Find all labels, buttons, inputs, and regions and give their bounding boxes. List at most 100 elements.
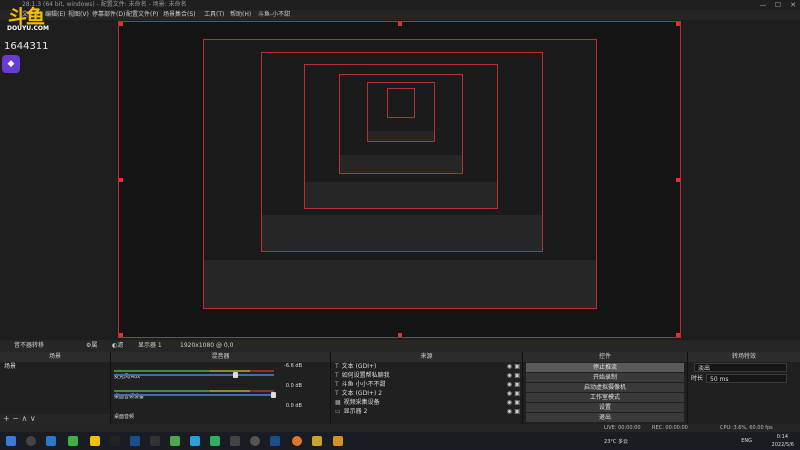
resize-handle[interactable]	[398, 22, 402, 26]
sources-panel: 来源 T 文本 (GDI+) ◉ ▣ T 如何设置帮私聊我 ◉ ▣ T 斗鱼 小小不不甜 ◉ ▣ …	[331, 352, 523, 424]
lock-icon: ▣	[514, 381, 520, 388]
start-recording-button[interactable]: 开始录制	[526, 373, 684, 382]
eye-icon: ◉	[506, 372, 512, 379]
app-icon[interactable]	[230, 436, 240, 446]
transitions-panel: 转场特效 淡出 时长 50 ms	[688, 352, 800, 424]
source-item[interactable]: ▭ 显示器 2 ◉ ▣	[331, 407, 522, 416]
weather-label[interactable]: 23°C 多云	[604, 438, 628, 445]
settings-button[interactable]: 设置	[526, 403, 684, 412]
wechat-icon[interactable]	[170, 436, 180, 446]
eye-icon: ◉	[506, 399, 512, 406]
virtual-camera-button[interactable]: 启动虚拟摄像机	[526, 383, 684, 392]
preview-canvas[interactable]	[118, 21, 681, 338]
app-icon[interactable]	[312, 436, 322, 446]
source-item[interactable]: T 文本 (GDI+) ◉ ▣	[331, 362, 522, 371]
search-icon[interactable]	[26, 436, 36, 446]
menu-view[interactable]: 视图(V)	[68, 10, 89, 20]
nested-preview-6	[387, 88, 415, 118]
lock-icon: ▣	[514, 372, 520, 379]
sources-title: 来源	[331, 352, 522, 362]
display-capture-label: 显示器 1	[138, 342, 162, 349]
scene-item[interactable]: 场景	[0, 362, 110, 371]
obs-icon[interactable]	[250, 436, 260, 446]
source-label: 昔不器转移	[14, 342, 45, 349]
stop-streaming-button[interactable]: 停止推流	[526, 363, 684, 372]
resize-handle[interactable]	[676, 22, 680, 26]
app-icon[interactable]	[110, 436, 120, 446]
volume-slider[interactable]	[114, 374, 274, 376]
menu-profile[interactable]: 配置文件(P)	[126, 10, 158, 20]
source-item[interactable]: T 斗鱼 小小不不甜 ◉ ▣	[331, 380, 522, 389]
minimize-icon[interactable]: —	[756, 0, 770, 10]
badge-icon: ◆	[2, 55, 20, 73]
remove-icon[interactable]: −	[12, 414, 19, 423]
app-icon[interactable]	[292, 436, 302, 446]
source-item[interactable]: T 如何设置帮私聊我 ◉ ▣	[331, 371, 522, 380]
controls-title: 控件	[523, 352, 687, 362]
menu-bar: 文件(F) 编辑(E) 视图(V) 停靠部件(D) 配置文件(P) 场景集合(S…	[0, 10, 800, 20]
volume-knob[interactable]	[271, 392, 276, 398]
mixer-channel: 桌面音频设备 0.0 dB	[114, 383, 302, 400]
source-item[interactable]: T 文本 (GDI+) 2 ◉ ▣	[331, 389, 522, 398]
eye-icon: ◉	[506, 408, 512, 415]
menu-docks[interactable]: 停靠部件(D)	[92, 10, 125, 20]
eye-icon: ◉	[506, 381, 512, 388]
source-item[interactable]: ▦ 视频采集设备 ◉ ▣	[331, 398, 522, 407]
transition-duration[interactable]: 时长 50 ms	[691, 374, 797, 384]
menu-help[interactable]: 帮助(H)	[230, 10, 251, 20]
close-icon[interactable]: ✕	[786, 0, 800, 10]
resize-handle[interactable]	[119, 333, 123, 337]
taskbar: 23°C 多云 ENG 0:14 2022/5/6	[0, 432, 800, 450]
douyu-icon[interactable]	[90, 436, 100, 446]
lock-icon: ▣	[514, 408, 520, 415]
resize-handle[interactable]	[676, 178, 680, 182]
scenes-footer: + − ∧ ∨	[0, 414, 110, 424]
menu-account[interactable]: 斗鱼-小不甜	[258, 10, 290, 20]
volume-knob[interactable]	[233, 372, 238, 378]
eye-icon: ◉	[506, 363, 512, 370]
resize-handle[interactable]	[398, 333, 402, 337]
clock-date[interactable]: 2022/5/6	[772, 442, 794, 448]
rec-status: REC: 00:00:00	[652, 425, 688, 431]
windows-start-icon[interactable]	[6, 436, 16, 446]
volume-meter	[114, 390, 274, 392]
add-icon[interactable]: +	[3, 414, 10, 423]
app-icon[interactable]	[333, 436, 343, 446]
transition-type[interactable]: 淡出	[691, 363, 797, 373]
resize-handle[interactable]	[119, 22, 123, 26]
exit-button[interactable]: 退出	[526, 413, 684, 422]
steam-icon[interactable]	[130, 436, 140, 446]
lock-icon: ▣	[514, 390, 520, 397]
studio-mode-button[interactable]: 工作室模式	[526, 393, 684, 402]
up-icon[interactable]: ∧	[22, 414, 28, 423]
transitions-title: 转场特效	[688, 352, 800, 362]
language-indicator[interactable]: ENG	[741, 438, 752, 444]
maximize-icon[interactable]: ☐	[771, 0, 785, 10]
clock-time[interactable]: 0:14	[777, 434, 788, 440]
eye-icon: ◉	[506, 390, 512, 397]
steam-icon[interactable]	[270, 436, 280, 446]
source-toolbar: 昔不器转移 ⚙ 属性 ◐ 滤镜 显示器 1 1920x1080 @ 0,0	[0, 340, 800, 361]
lock-icon: ▣	[514, 363, 520, 370]
mixer-title: 混音器	[111, 352, 330, 362]
lock-icon: ▣	[514, 399, 520, 406]
scenes-title: 场景	[0, 352, 110, 362]
menu-scene-collection[interactable]: 场景集合(S)	[163, 10, 196, 20]
controls-panel: 控件 停止推流 开始录制 启动虚拟摄像机 工作室模式 设置 退出	[523, 352, 688, 424]
down-icon[interactable]: ∨	[30, 414, 36, 423]
resize-handle[interactable]	[676, 333, 680, 337]
mixer-panel: 混音器 麦克风/Aux -6.6 dB 桌面音频设备 0.0 dB 桌面音频 0…	[111, 352, 331, 424]
app-icon[interactable]	[150, 436, 160, 446]
chrome-icon[interactable]	[68, 436, 78, 446]
filters-button[interactable]: ◐ 滤镜	[112, 340, 123, 361]
resolution-label: 1920x1080 @ 0,0	[180, 342, 234, 349]
edge-icon[interactable]	[46, 436, 56, 446]
menu-tools[interactable]: 工具(T)	[204, 10, 224, 20]
resize-handle[interactable]	[119, 178, 123, 182]
cpu-status: CPU: 3.6%, 60.00 fps	[720, 425, 773, 431]
properties-button[interactable]: ⚙ 属性	[86, 340, 97, 361]
volume-slider[interactable]	[114, 394, 274, 396]
douyu-logo: 斗鱼 DOUYU.COM	[7, 6, 49, 32]
app-icon[interactable]	[210, 436, 220, 446]
qq-icon[interactable]	[190, 436, 200, 446]
